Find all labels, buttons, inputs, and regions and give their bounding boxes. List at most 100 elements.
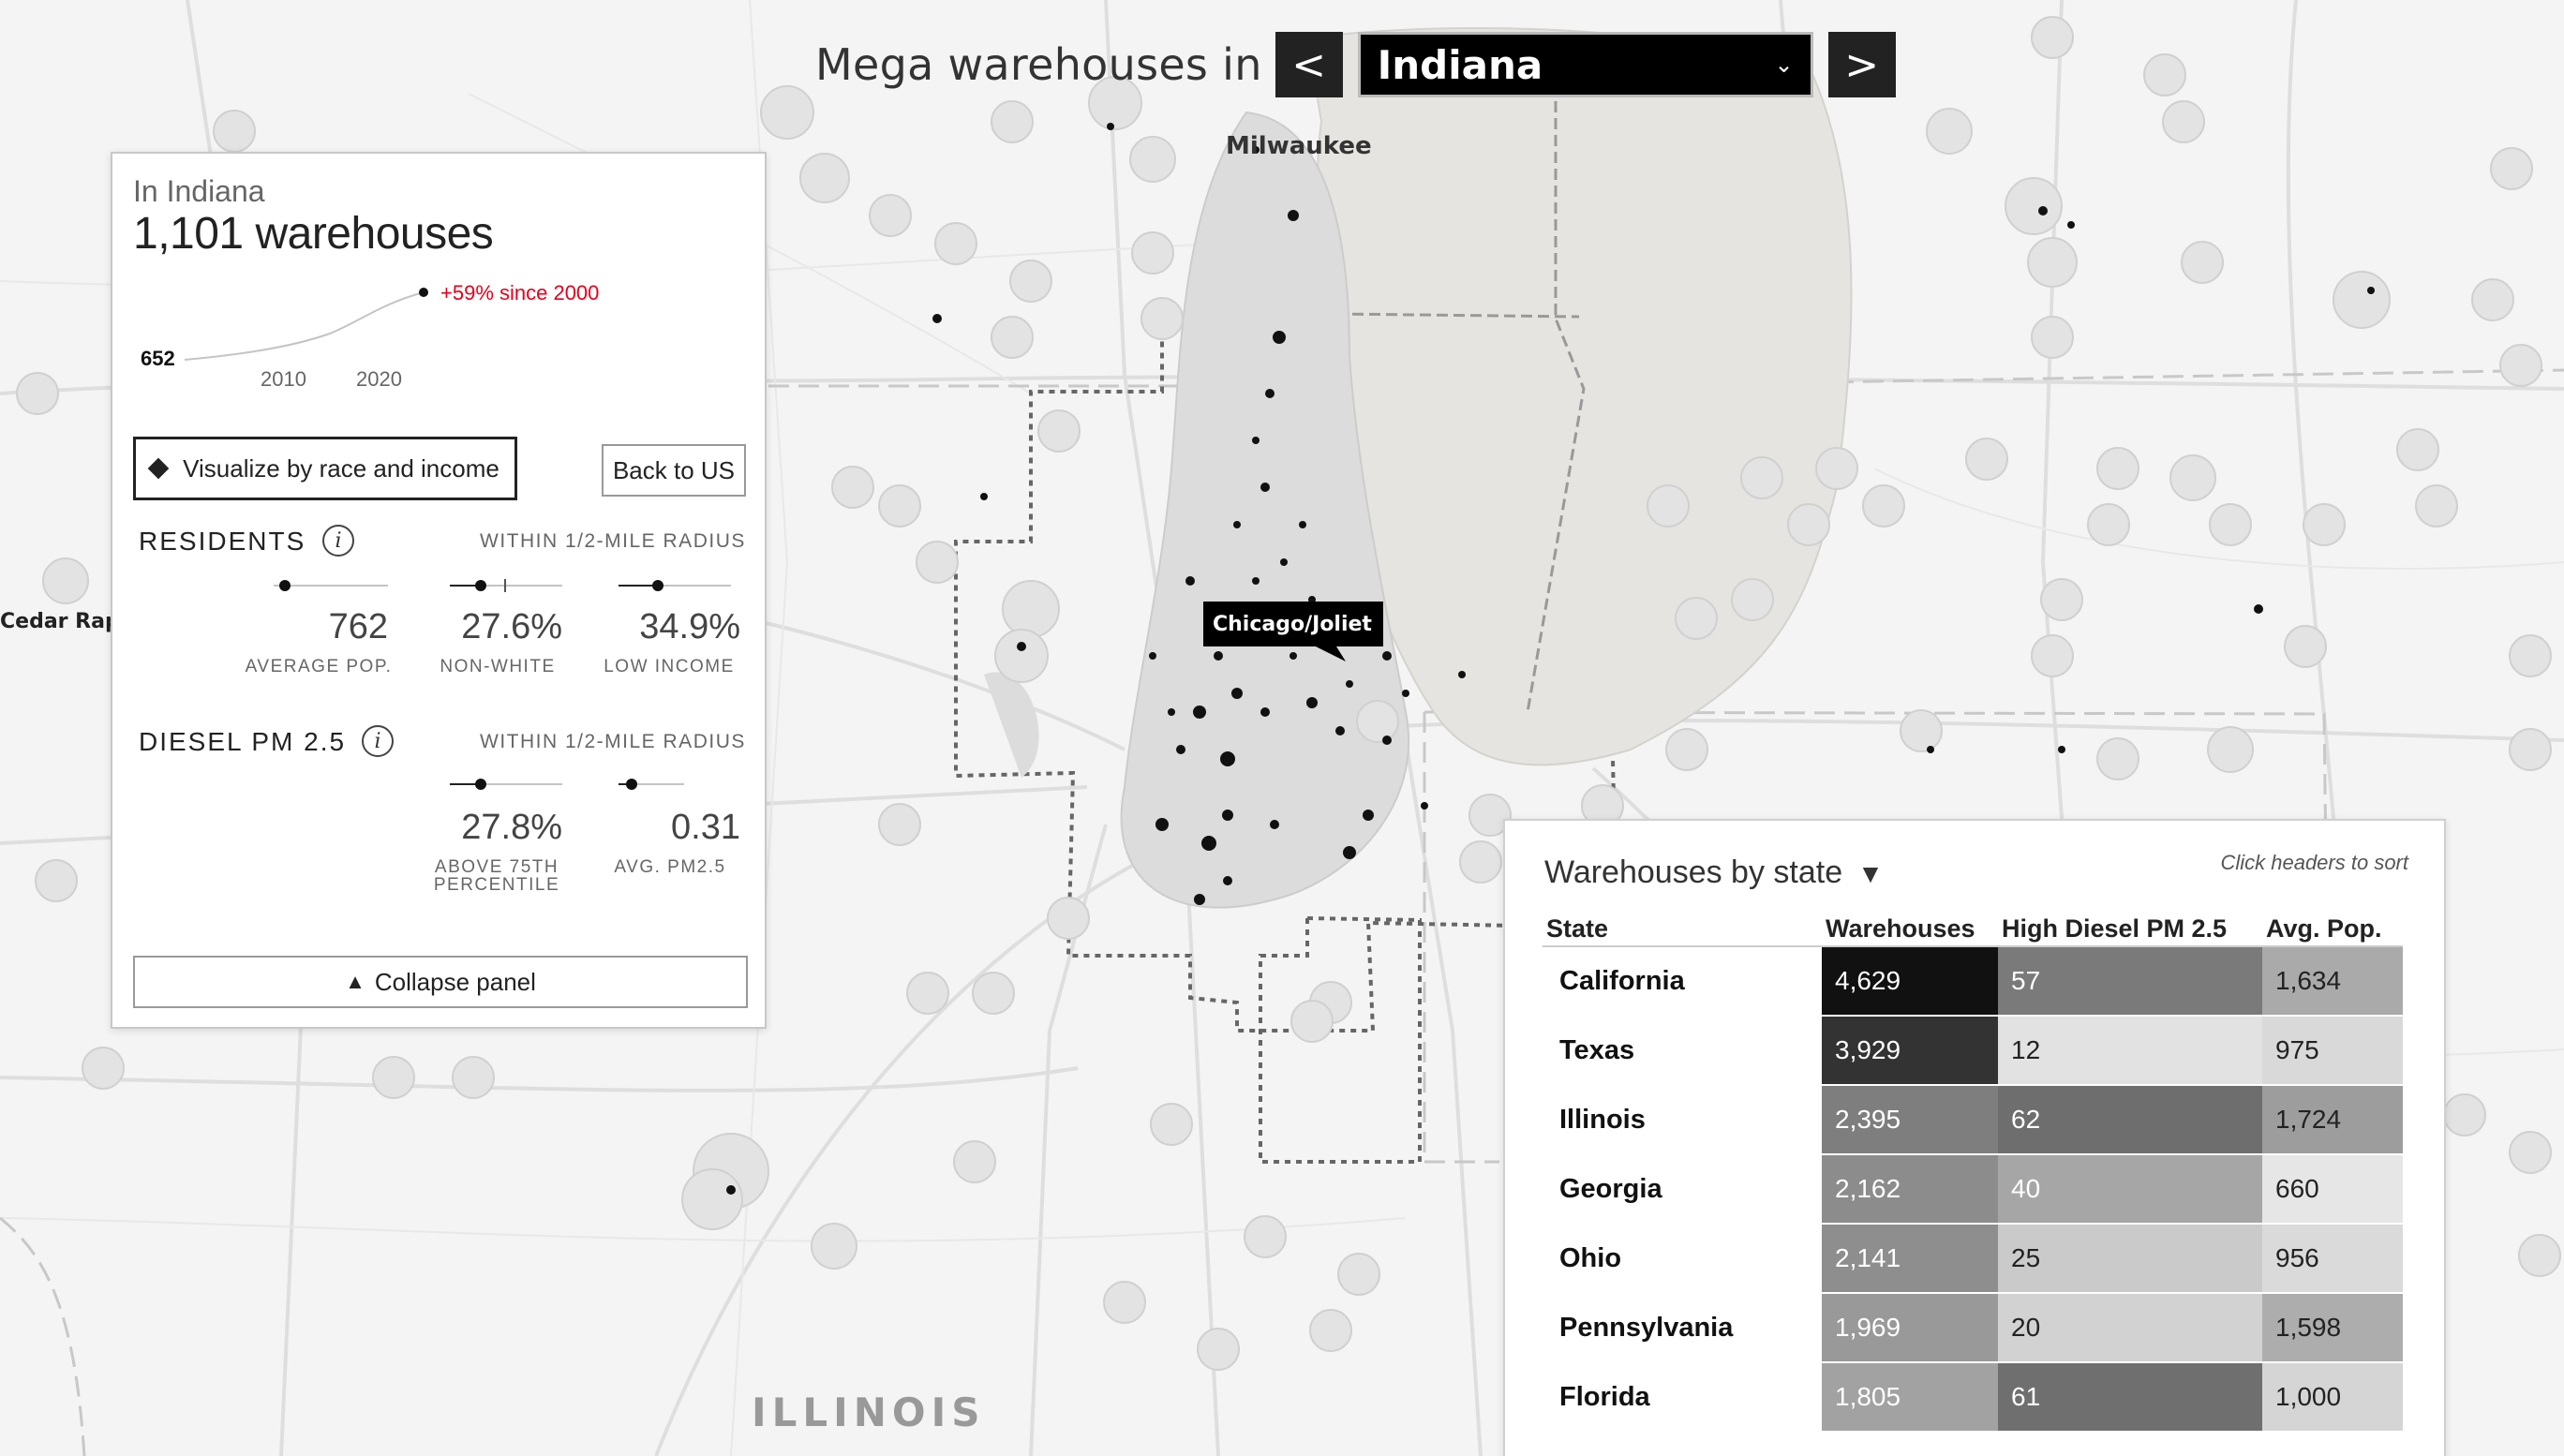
cell-high-diesel: 40 — [1998, 1154, 2262, 1225]
cell-warehouses: 3,929 — [1822, 1016, 1998, 1086]
state-summary-panel: In Indiana 1,101 warehouses 652 +59% sin… — [111, 152, 767, 1029]
next-state-button[interactable]: > — [1827, 32, 1896, 97]
diamond-icon — [147, 457, 170, 480]
avg-pop-knob — [279, 580, 291, 591]
table-row[interactable]: Georgia 2,162 40 660 — [1543, 1154, 2403, 1225]
sparkline-change: +59% since 2000 — [440, 281, 599, 305]
cell-high-diesel: 61 — [1998, 1362, 2262, 1433]
sparkline-line — [184, 291, 425, 361]
map-label-illinois: ILLINOIS — [752, 1389, 986, 1435]
non-white-knob — [475, 580, 486, 591]
cell-state: Texas — [1543, 1016, 1822, 1086]
chicago-label-text: Chicago/Joliet — [1213, 613, 1372, 636]
table-row[interactable]: Illinois 2,395 62 1,724 — [1543, 1085, 2403, 1155]
state-select-value: Indiana — [1377, 41, 1543, 88]
diesel-title: DIESEL PM 2.5 — [139, 727, 347, 756]
cell-avg-pop: 1,634 — [2262, 946, 2403, 1017]
cell-high-diesel: 25 — [1998, 1224, 2262, 1294]
diesel-info-icon[interactable]: i — [362, 725, 394, 757]
above-75th-label: ABOVE 75TH PERCENTILE — [422, 858, 572, 894]
triangle-down-icon: ▼ — [1857, 859, 1884, 888]
low-income-slider — [619, 579, 731, 592]
cell-warehouses: 2,395 — [1822, 1085, 1998, 1155]
diesel-radius-note: WITHIN 1/2-MILE RADIUS — [480, 731, 746, 752]
cell-avg-pop: 1,724 — [2262, 1085, 2403, 1155]
cell-warehouses: 2,141 — [1822, 1224, 1998, 1294]
table-row[interactable]: Texas 3,929 12 975 — [1543, 1016, 2403, 1086]
non-white-label: NON-WHITE — [440, 657, 556, 676]
sparkline-tick-2010: 2010 — [261, 367, 306, 388]
cell-state: Florida — [1543, 1362, 1822, 1433]
avg-pm25-value: 0.31 — [671, 808, 740, 847]
avg-pop-label: AVERAGE POP. — [245, 657, 393, 676]
header-title: Mega warehouses in — [815, 39, 1262, 90]
sparkline-tick-2020: 2020 — [356, 367, 402, 388]
above-75th-value: 27.8% — [461, 808, 562, 847]
triangle-up-icon: ▲ — [345, 970, 365, 993]
above-75th-label-line-1: ABOVE 75TH — [434, 857, 559, 877]
table-title[interactable]: Warehouses by state ▼ — [1544, 854, 1884, 891]
states-table: State Warehouses High Diesel PM 2.5 Avg.… — [1543, 911, 2403, 1433]
table-title-text: Warehouses by state — [1544, 854, 1843, 890]
cell-high-diesel: 57 — [1998, 946, 2262, 1017]
previous-state-button[interactable]: < — [1275, 32, 1343, 97]
sparkline-end-point — [419, 288, 428, 297]
collapse-panel-button[interactable]: ▲ Collapse panel — [133, 956, 748, 1008]
cell-avg-pop: 975 — [2262, 1016, 2403, 1086]
avg-pm25-slider — [619, 778, 684, 791]
residents-radius-note: WITHIN 1/2-MILE RADIUS — [480, 530, 746, 552]
avg-pop-value: 762 — [328, 607, 388, 646]
sort-hint: Click headers to sort — [2220, 851, 2408, 874]
residents-title: RESIDENTS — [139, 527, 306, 556]
back-to-us-button[interactable]: Back to US — [602, 444, 746, 497]
above-75th-slider — [450, 778, 562, 791]
map-label-milwaukee: Milwaukee — [1226, 132, 1372, 160]
header-state[interactable]: State — [1543, 911, 1822, 947]
low-income-knob — [652, 580, 663, 591]
residents-info-icon[interactable]: i — [322, 525, 354, 557]
above-75th-knob — [475, 779, 486, 790]
cell-warehouses: 4,629 — [1822, 946, 1998, 1017]
header-high-diesel[interactable]: High Diesel PM 2.5 — [1998, 911, 2262, 947]
cell-avg-pop: 660 — [2262, 1154, 2403, 1225]
cell-high-diesel: 20 — [1998, 1293, 2262, 1363]
avg-pm25-knob — [626, 779, 637, 790]
cell-state: Illinois — [1543, 1085, 1822, 1155]
cell-state: California — [1543, 946, 1822, 1017]
panel-subtitle: In Indiana — [133, 174, 265, 208]
sparkline-start-value: 652 — [141, 347, 175, 370]
cell-avg-pop: 956 — [2262, 1224, 2403, 1294]
chevron-down-icon: ⌄ — [1774, 52, 1794, 78]
cell-high-diesel: 12 — [1998, 1016, 2262, 1086]
non-white-value: 27.6% — [461, 607, 562, 646]
visualize-race-income-button[interactable]: Visualize by race and income — [133, 437, 517, 500]
low-income-value: 34.9% — [639, 607, 740, 646]
state-select[interactable]: Indiana ⌄ — [1357, 32, 1813, 97]
collapse-panel-label: Collapse panel — [374, 967, 536, 996]
state-selector-header: Mega warehouses in < Indiana ⌄ > — [815, 32, 1896, 97]
avg-pop-slider — [274, 579, 388, 592]
cell-warehouses: 1,969 — [1822, 1293, 1998, 1363]
avg-pm25-label: AVG. PM2.5 — [614, 857, 726, 877]
low-income-label: LOW INCOME — [604, 657, 735, 676]
table-row[interactable]: Ohio 2,141 25 956 — [1543, 1224, 2403, 1294]
cell-state: Pennsylvania — [1543, 1293, 1822, 1363]
visualize-race-income-label: Visualize by race and income — [183, 453, 499, 483]
cell-avg-pop: 1,598 — [2262, 1293, 2403, 1363]
growth-sparkline: 652 +59% since 2000 2010 2020 — [141, 281, 599, 388]
cell-avg-pop: 1,000 — [2262, 1362, 2403, 1433]
warehouses-by-state-panel: Warehouses by state ▼ Click headers to so… — [1503, 819, 2446, 1456]
header-warehouses[interactable]: Warehouses — [1822, 911, 1998, 947]
cell-high-diesel: 62 — [1998, 1085, 2262, 1155]
table-row[interactable]: California 4,629 57 1,634 — [1543, 946, 2403, 1017]
cell-warehouses: 1,805 — [1822, 1362, 1998, 1433]
non-white-slider — [450, 579, 562, 592]
table-row[interactable]: Pennsylvania 1,969 20 1,598 — [1543, 1293, 2403, 1363]
cell-state: Ohio — [1543, 1224, 1822, 1294]
cell-state: Georgia — [1543, 1154, 1822, 1225]
warehouse-count: 1,101 warehouses — [133, 209, 494, 259]
above-75th-label-line-2: PERCENTILE — [433, 875, 560, 895]
table-row[interactable]: Florida 1,805 61 1,000 — [1543, 1362, 2403, 1433]
header-avg-pop[interactable]: Avg. Pop. — [2262, 911, 2403, 947]
cell-warehouses: 2,162 — [1822, 1154, 1998, 1225]
